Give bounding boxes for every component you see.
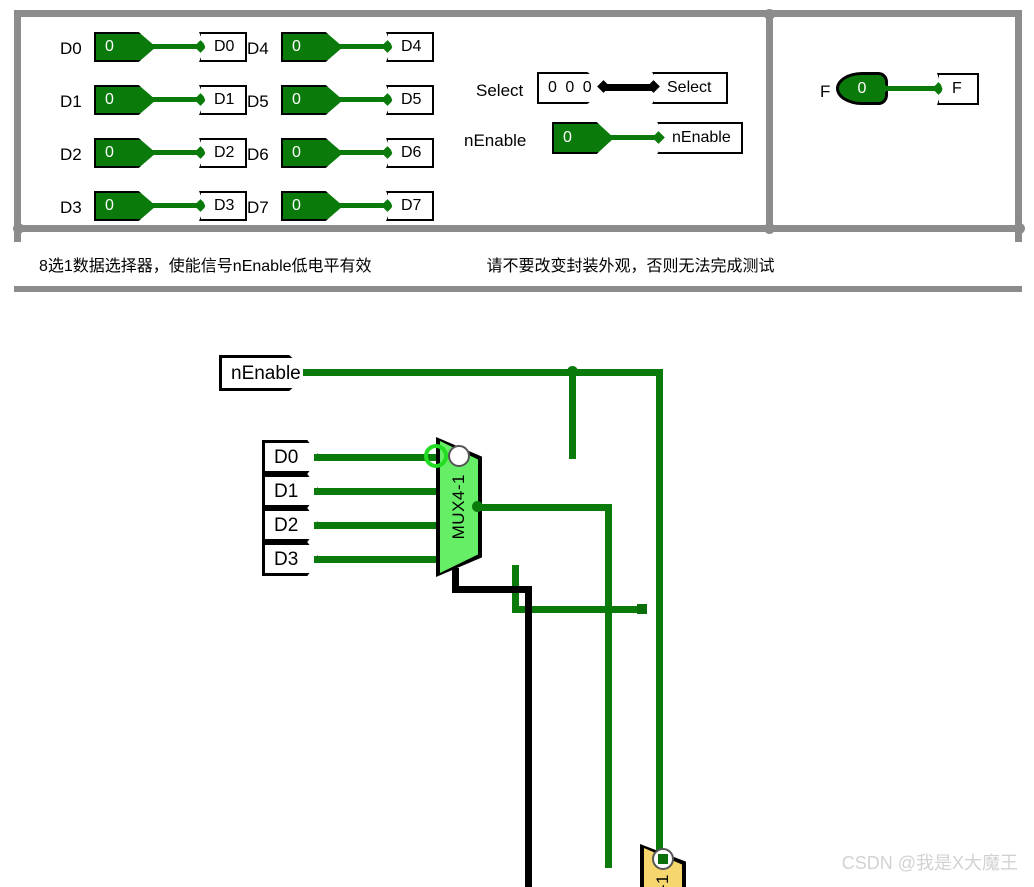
input-label-d1: D1 bbox=[60, 92, 82, 111]
status-strip: 8选1数据选择器，使能信号nEnable低电平有效 请不要改变封装外观，否则无法… bbox=[14, 242, 1022, 286]
sink-pin-nenable: nEnable bbox=[657, 122, 743, 154]
panel-top-border bbox=[14, 10, 1022, 17]
sink-pin-f: F bbox=[937, 73, 979, 105]
sink-pin-d4: D4 bbox=[386, 32, 434, 62]
splitter-grip-left[interactable] bbox=[13, 223, 24, 234]
wire-mux4-top-out-vertical[interactable] bbox=[605, 504, 612, 868]
mux4-top-label: MUX4-1 bbox=[449, 474, 468, 540]
input-label-d5: D5 bbox=[247, 92, 269, 111]
input-label-d0: D0 bbox=[60, 39, 82, 58]
sink-pin-d7: D7 bbox=[386, 191, 434, 221]
input-label-d7: D7 bbox=[247, 198, 269, 217]
splitter-grip-top[interactable] bbox=[764, 9, 775, 20]
schematic-canvas[interactable]: nEnable D0 D1 D2 D3 MUX4-1 bbox=[0, 300, 1034, 887]
wire-select-bus-vertical-right[interactable] bbox=[525, 586, 532, 887]
schematic-pin-d1[interactable]: D1 bbox=[262, 474, 320, 508]
mux2-label: MUX2-1 bbox=[653, 874, 673, 887]
watermark: CSDN @我是X大魔王 bbox=[841, 853, 1018, 873]
schematic-pin-d0[interactable]: D0 bbox=[262, 440, 320, 474]
mux2-enable-marker bbox=[652, 848, 674, 870]
schematic-pin-nenable[interactable]: nEnable bbox=[219, 355, 309, 391]
panel-bottom-border bbox=[14, 285, 1022, 292]
schematic-pin-d2[interactable]: D2 bbox=[262, 508, 320, 542]
sink-pin-d2: D2 bbox=[199, 138, 247, 168]
wire-mux4-top-out[interactable] bbox=[476, 504, 612, 511]
sink-pin-d1: D1 bbox=[199, 85, 247, 115]
wire-dot-nenable-dst bbox=[652, 131, 665, 144]
panel-left-border bbox=[14, 10, 21, 232]
vertical-splitter[interactable] bbox=[766, 10, 773, 232]
wire-nenable-horizontal[interactable] bbox=[303, 369, 663, 376]
status-text-right: 请不要改变封装外观，否则无法完成测试 bbox=[486, 258, 775, 275]
wire-d2-to-mux4-top[interactable] bbox=[314, 522, 444, 529]
sink-pin-select: Select bbox=[652, 72, 728, 104]
output-label-f: F bbox=[820, 82, 831, 101]
splitter-grip-middle[interactable] bbox=[764, 223, 775, 234]
wire-nenable-to-select-bus[interactable] bbox=[656, 369, 663, 869]
input-label-d6: D6 bbox=[247, 145, 269, 164]
wire-mux4-top-select-horizontal[interactable] bbox=[452, 586, 532, 593]
control-label-nenable: nEnable bbox=[464, 131, 527, 150]
wire-d1-to-mux4-top[interactable] bbox=[314, 488, 444, 495]
horizontal-splitter[interactable] bbox=[14, 225, 1022, 232]
input-label-d4: D4 bbox=[247, 39, 269, 58]
sink-pin-d5: D5 bbox=[386, 85, 434, 115]
application-window: D0 0 D0 D1 0 D1 D2 0 D2 D3 0 D3 D4 0 D4 … bbox=[0, 0, 1034, 887]
sink-pin-d3: D3 bbox=[199, 191, 247, 221]
mux2-port-in0 bbox=[637, 604, 647, 614]
schematic-pin-d3[interactable]: D3 bbox=[262, 542, 320, 576]
input-label-d3: D3 bbox=[60, 198, 82, 217]
mux4-top-selection-marker bbox=[448, 445, 470, 467]
input-label-d2: D2 bbox=[60, 145, 82, 164]
sink-pin-d6: D6 bbox=[386, 138, 434, 168]
wire-d3-to-mux4-top[interactable] bbox=[314, 556, 444, 563]
pin-hover-highlight-ring bbox=[424, 444, 448, 468]
sink-pin-d0: D0 bbox=[199, 32, 247, 62]
bus-value-select[interactable]: 0 0 0 bbox=[537, 72, 607, 104]
control-label-select: Select bbox=[476, 81, 524, 100]
panel-right-border bbox=[1015, 10, 1022, 232]
wire-select bbox=[604, 84, 654, 91]
status-text-left: 8选1数据选择器，使能信号nEnable低电平有效 bbox=[39, 258, 372, 275]
wire-nenable-to-mux4-top[interactable] bbox=[569, 369, 576, 459]
splitter-grip-right[interactable] bbox=[1014, 223, 1025, 234]
